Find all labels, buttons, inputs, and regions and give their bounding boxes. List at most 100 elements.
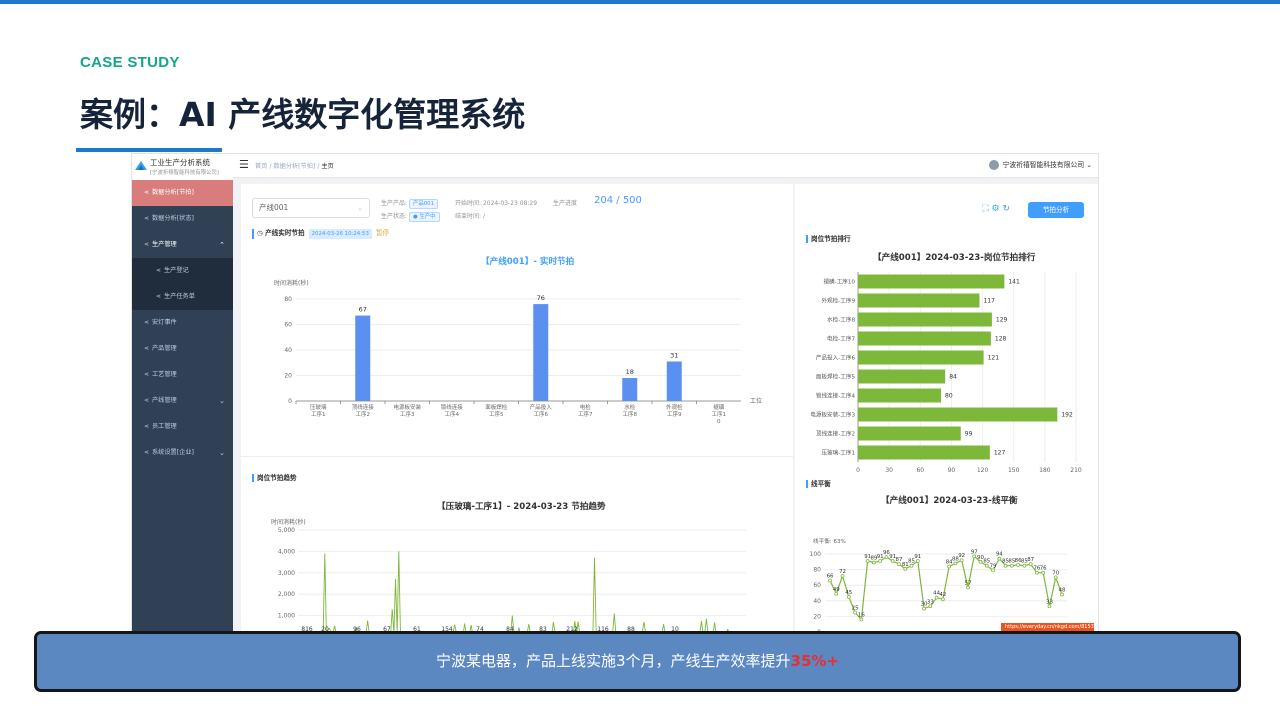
- sidebar-item-3[interactable]: ⋖ 生产登记: [132, 258, 233, 284]
- data-label: 99: [965, 431, 973, 438]
- sidebar-item-label: 产线管理: [152, 397, 177, 404]
- sidebar: 工业生产分析系统 [宁波祈禧智能科技有限公司] ⋖ 数据分析[节拍] ⋖ 数据分析[状…: [132, 154, 233, 632]
- sidebar-item-7[interactable]: ⋖ 工艺管理: [132, 362, 233, 388]
- data-label: 66: [827, 574, 834, 580]
- x-tick-label: 60: [916, 467, 924, 474]
- data-label: 18: [626, 368, 634, 376]
- data-label: 42: [939, 592, 946, 598]
- x-tick-label: 外观检: [666, 403, 683, 411]
- share-icon: ⋖: [144, 345, 150, 352]
- user-name: 宁波祈禧智能科技有限公司: [1002, 161, 1085, 169]
- bar: [666, 361, 682, 401]
- breadcrumb-home[interactable]: 首页: [255, 163, 267, 170]
- line-select-value: 产线001: [259, 203, 289, 212]
- brand: 工业生产分析系统 [宁波祈禧智能科技有限公司]: [132, 154, 233, 180]
- sidebar-item-label: 生产登记: [164, 267, 189, 274]
- sidebar-item-2[interactable]: ⋖ 生产管理 ⌃: [132, 232, 233, 258]
- sidebar-item-1[interactable]: ⋖ 数据分析[状态]: [132, 206, 233, 232]
- data-label: 80: [945, 393, 953, 400]
- x-tick-label: 产品投入: [530, 403, 553, 411]
- realtime-bar-chart: 时间消耗(秒) 0 20 40 60 80 压玻璃工序1 67 顶线连接工序2 电源板安装工序3 锁…: [274, 279, 762, 425]
- hamburger-icon[interactable]: ☰: [239, 159, 249, 171]
- sidebar-item-label: 生产管理: [152, 241, 177, 248]
- state-label: 生产状态:: [381, 213, 408, 220]
- y-tick-label: 60: [284, 322, 292, 329]
- state-tag: ● 生产中: [408, 212, 440, 222]
- sidebar-item-6[interactable]: ⋖ 产品管理: [132, 336, 233, 362]
- share-icon: ⋖: [144, 215, 150, 222]
- share-icon: ⋖: [144, 397, 150, 404]
- balance-section-title: 线平衡: [806, 480, 831, 488]
- product-meta: 生产产品: 产品001: [381, 198, 439, 209]
- share-icon: ⋖: [144, 189, 150, 196]
- top-accent-bar: [0, 0, 1280, 4]
- sidebar-item-0[interactable]: ⋖ 数据分析[节拍]: [132, 180, 233, 206]
- data-label: 45: [845, 590, 852, 596]
- share-icon: ⋖: [144, 319, 150, 326]
- balance-chart-title: 【产线001】2024-03-23-线平衡: [881, 496, 1018, 506]
- analyze-button[interactable]: 节拍分析: [1028, 202, 1084, 218]
- bar: [858, 274, 1005, 289]
- data-label: 94: [996, 552, 1003, 558]
- breadcrumb-analysis[interactable]: 数据分析[节拍]: [273, 163, 315, 170]
- data-label: 76: [537, 294, 545, 302]
- breadcrumb: 首页 / 数据分析[节拍] / 主页: [255, 163, 334, 170]
- sidebar-item-8[interactable]: ⋖ 产线管理 ⌄: [132, 388, 233, 414]
- share-icon: ⋖: [144, 371, 150, 378]
- data-label: 70: [1052, 570, 1059, 576]
- x-tick-label: 工序1: [712, 410, 727, 418]
- data-label: 117: [983, 298, 995, 305]
- bar: [858, 407, 1058, 422]
- share-icon: ⋖: [156, 293, 162, 300]
- chevron-down-icon: ⌄: [1086, 161, 1092, 169]
- x-tick-label: 30: [885, 467, 893, 474]
- balance-subtitle: 线平衡: 63%: [813, 537, 846, 545]
- progress-label: 生产进度: [553, 200, 578, 207]
- sidebar-item-9[interactable]: ⋖ 员工管理: [132, 414, 233, 440]
- product-tag: 产品001: [408, 199, 439, 209]
- fullscreen-icon[interactable]: ⛶: [982, 204, 988, 214]
- x-tick-label: 面板焊检: [485, 403, 508, 411]
- sidebar-item-10[interactable]: ⋖ 系统设置[企业] ⌄: [132, 440, 233, 466]
- x-tick-label: 180: [1039, 467, 1051, 474]
- trend-section-title: 岗位节拍趋势: [252, 474, 297, 482]
- y-tick-label: 顶线连接-工序2: [816, 430, 855, 438]
- y-tick-label: 3,000: [278, 570, 295, 577]
- refresh-icon[interactable]: ↻: [1002, 204, 1010, 214]
- line-select[interactable]: 产线001 ⌄: [252, 198, 370, 218]
- sidebar-item-label: 安灯事件: [152, 319, 177, 326]
- banner-text: 宁波某电器，产品上线实施3个月，产线生产效率提升: [435, 652, 791, 670]
- x-tick-label: 120: [977, 467, 989, 474]
- sidebar-item-label: 系统设置[企业]: [152, 449, 194, 456]
- share-icon: ⋖: [156, 267, 162, 274]
- share-icon: ⋖: [144, 423, 150, 430]
- bar: [858, 312, 992, 327]
- x-tick-label: 顶线连接: [352, 403, 375, 411]
- y-tick-label: 水检-工序8: [827, 316, 855, 324]
- y-tick-label: 外观检-工序9: [821, 297, 855, 305]
- rank-section-title: 岗位节拍排行: [806, 235, 851, 243]
- sidebar-item-4[interactable]: ⋖ 生产任务单: [132, 284, 233, 310]
- x-tick-label: 锁线连接: [441, 403, 464, 411]
- y-tick-label: 电检-工序7: [827, 335, 855, 343]
- navbar: ☰ 首页 / 数据分析[节拍] / 主页 宁波祈禧智能科技有限公司 ⌄: [233, 154, 1098, 178]
- y-tick-label: 100: [810, 551, 822, 558]
- sidebar-item-label: 生产任务单: [164, 293, 195, 300]
- data-label: 79: [990, 563, 997, 569]
- data-label: 48: [1059, 588, 1066, 594]
- x-tick-label: 工序8: [623, 410, 638, 418]
- gear-icon[interactable]: ⚙: [992, 204, 1000, 214]
- x-tick-label: 工序9: [667, 410, 682, 418]
- end-meta: 结束时间: /: [455, 211, 485, 220]
- user-menu[interactable]: 宁波祈禧智能科技有限公司 ⌄: [988, 159, 1092, 170]
- chevron-up-icon: ⌃: [219, 241, 225, 249]
- sidebar-item-5[interactable]: ⋖ 安灯事件: [132, 310, 233, 336]
- bar: [622, 378, 638, 401]
- realtime-section-title: ◷ 产线实时节拍 2024-03-26 10:24:53 暂停: [252, 229, 389, 239]
- data-label: 31: [670, 351, 678, 359]
- start-label: 开始时间:: [455, 200, 482, 207]
- brand-title: 工业生产分析系统: [150, 158, 210, 167]
- data-label: 33: [927, 599, 934, 605]
- data-label: 49: [833, 587, 840, 593]
- y-tick-label: 5,000: [278, 527, 295, 534]
